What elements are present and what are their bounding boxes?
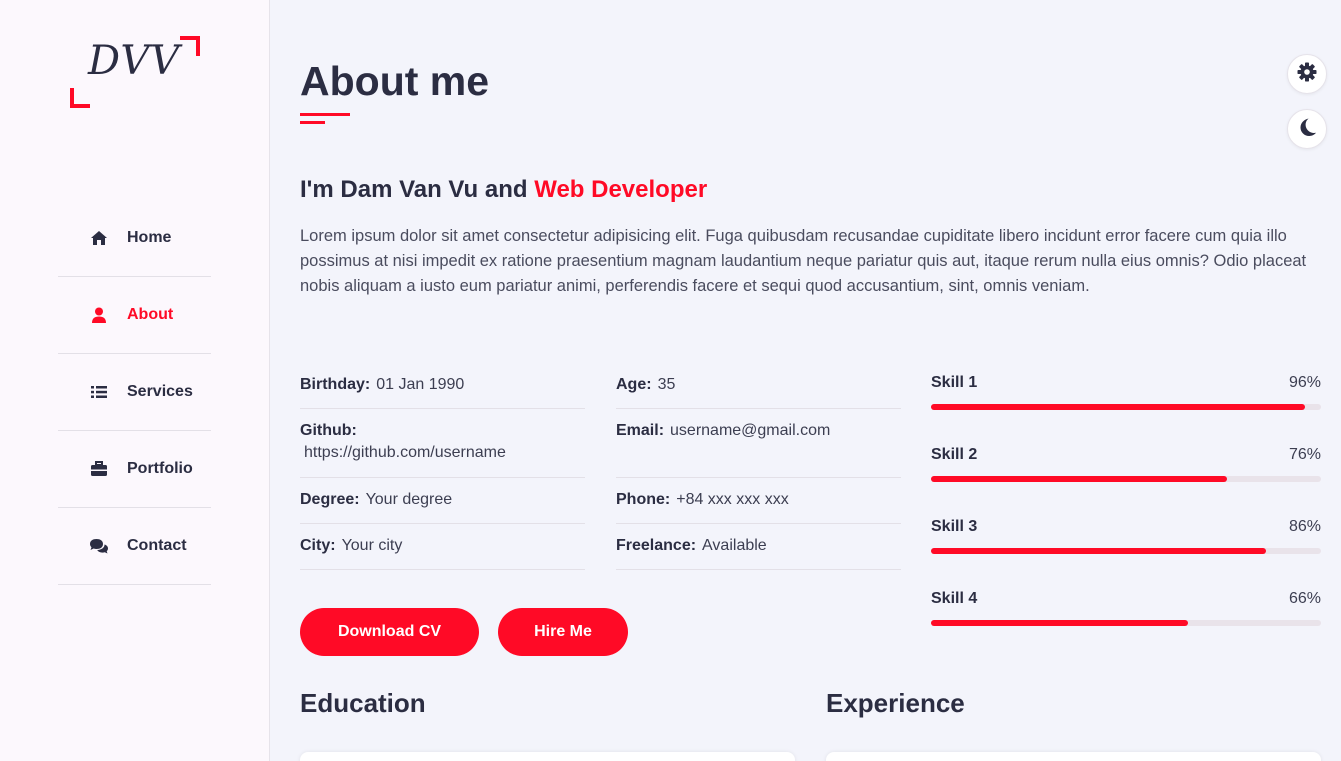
home-icon <box>89 230 109 246</box>
skill-percent: 66% <box>1288 590 1321 607</box>
logo-text: DVV <box>88 38 181 84</box>
experience-heading: Experience <box>826 688 965 718</box>
nav-label-about: About <box>127 306 174 323</box>
title-underline <box>300 113 350 116</box>
main-nav: Home About Services Portfolio Contact <box>58 200 211 585</box>
info-key: Birthday: <box>300 376 371 393</box>
info-column-left: Birthday: 01 Jan 1990 Github: https://git… <box>300 363 585 570</box>
skill-item: Skill 1 96% <box>931 372 1321 444</box>
list-icon <box>89 385 109 399</box>
title-underline-short <box>300 121 325 124</box>
info-key: City: <box>300 537 336 554</box>
info-key: Degree: <box>300 491 360 508</box>
nav-item-home[interactable]: Home <box>58 200 211 277</box>
nav-label-home: Home <box>127 229 172 246</box>
nav-item-services[interactable]: Services <box>58 354 211 431</box>
github-link[interactable]: https://github.com/username <box>300 442 585 464</box>
education-card <box>300 752 795 761</box>
logo-corner-top-right <box>180 36 200 56</box>
nav-item-about[interactable]: About <box>58 277 211 354</box>
skill-progress-track <box>931 548 1321 554</box>
info-row-birthday: Birthday: 01 Jan 1990 <box>300 363 585 409</box>
skill-percent: 76% <box>1288 446 1321 463</box>
intro-role: Web Developer <box>534 176 708 203</box>
intro-heading: I'm Dam Van Vu and Web Developer <box>300 176 707 204</box>
skill-name: Skill 3 <box>931 518 978 535</box>
info-row-phone: Phone: +84 xxx xxx xxx <box>616 478 901 524</box>
sidebar: DVV Home About Services Portfolio Contac… <box>0 0 270 761</box>
nav-item-portfolio[interactable]: Portfolio <box>58 431 211 508</box>
skill-progress-fill <box>931 620 1189 626</box>
nav-item-contact[interactable]: Contact <box>58 508 211 585</box>
skill-progress-track <box>931 476 1321 482</box>
info-value: Your city <box>341 537 403 554</box>
info-value: Available <box>702 537 767 554</box>
skill-progress-fill <box>931 476 1228 482</box>
info-row-age: Age: 35 <box>616 363 901 409</box>
skill-percent: 96% <box>1288 374 1321 391</box>
about-description: Lorem ipsum dolor sit amet consectetur a… <box>300 227 1307 295</box>
info-value: 01 Jan 1990 <box>376 376 465 393</box>
info-key: Phone: <box>616 491 671 508</box>
skill-item: Skill 4 66% <box>931 588 1321 660</box>
about-section: About me I'm Dam Van Vu and Web Develope… <box>300 0 1321 761</box>
skill-item: Skill 2 76% <box>931 444 1321 516</box>
info-row-email: Email: username@gmail.com <box>616 409 901 478</box>
skill-item: Skill 3 86% <box>931 516 1321 588</box>
email-link[interactable]: username@gmail.com <box>670 422 830 439</box>
info-row-degree: Degree: Your degree <box>300 478 585 524</box>
intro-name: I'm Dam Van Vu and <box>300 176 535 203</box>
info-row-github: Github: https://github.com/username <box>300 409 585 478</box>
skill-name: Skill 1 <box>931 374 978 391</box>
chat-icon <box>89 538 109 554</box>
skills-list: Skill 1 96% Skill 2 76% Skill 3 86% Skil… <box>931 372 1321 660</box>
theme-toggle-button[interactable] <box>1287 109 1327 149</box>
education-heading: Education <box>300 688 426 718</box>
nav-label-contact: Contact <box>127 537 187 554</box>
logo[interactable]: DVV <box>70 36 200 110</box>
logo-corner-bottom-left <box>70 88 90 108</box>
info-value: 35 <box>657 376 676 393</box>
settings-button[interactable] <box>1287 54 1327 94</box>
info-key: Age: <box>616 376 652 393</box>
nav-label-portfolio: Portfolio <box>127 460 193 477</box>
gear-icon <box>1297 62 1317 87</box>
info-value: Your degree <box>365 491 453 508</box>
info-key: Freelance: <box>616 537 697 554</box>
info-row-freelance: Freelance: Available <box>616 524 901 570</box>
skill-name: Skill 2 <box>931 446 978 463</box>
skill-name: Skill 4 <box>931 590 978 607</box>
briefcase-icon <box>89 461 109 477</box>
download-cv-button[interactable]: Download CV <box>300 608 479 656</box>
skill-progress-fill <box>931 404 1306 410</box>
skill-progress-track <box>931 404 1321 410</box>
hire-me-button[interactable]: Hire Me <box>498 608 628 656</box>
page-title: About me <box>300 58 490 104</box>
info-key: Email: <box>616 422 665 439</box>
skill-progress-fill <box>931 548 1267 554</box>
info-key: Github: <box>300 422 357 439</box>
moon-icon <box>1297 117 1317 142</box>
experience-card <box>826 752 1321 761</box>
info-value: +84 xxx xxx xxx <box>676 491 789 508</box>
nav-label-services: Services <box>127 383 193 400</box>
info-row-city: City: Your city <box>300 524 585 570</box>
info-column-right: Age: 35 Email: username@gmail.com Phone: +8… <box>616 363 901 570</box>
skill-progress-track <box>931 620 1321 626</box>
skill-percent: 86% <box>1288 518 1321 535</box>
user-icon <box>89 307 109 323</box>
